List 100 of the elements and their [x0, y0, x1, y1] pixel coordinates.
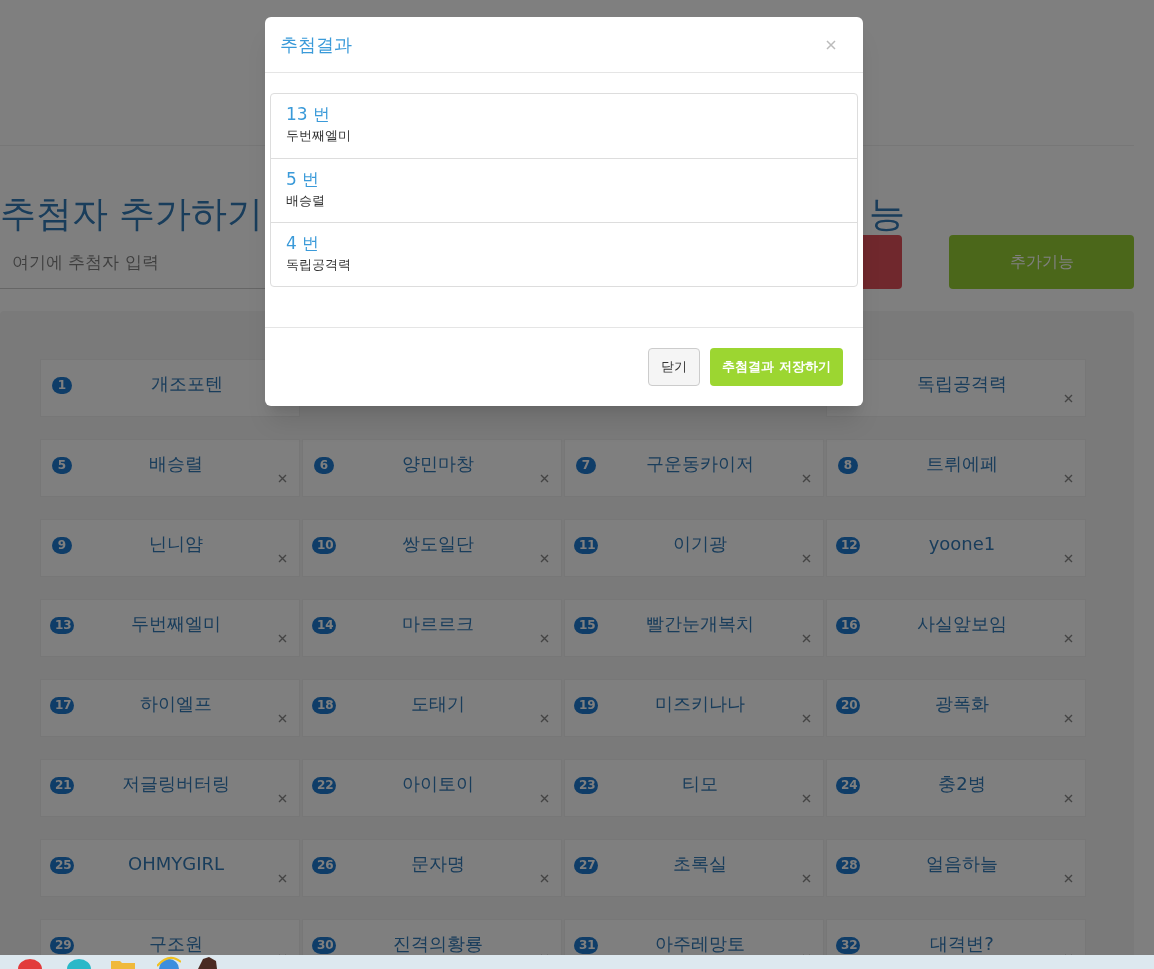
participant-name: 광폭화	[934, 694, 990, 714]
participant-name: 초록실	[672, 854, 728, 874]
result-name: 독립공격력	[286, 256, 351, 274]
number-badge: 19	[574, 696, 598, 714]
participant-name: 저글링버터링	[121, 774, 231, 794]
remove-icon[interactable]	[540, 793, 549, 803]
remove-icon[interactable]	[802, 473, 811, 483]
participant-name: 개조포텐	[149, 374, 224, 394]
participant-name: 두번째엘미	[130, 614, 222, 634]
number-badge: 27	[574, 856, 598, 874]
result-name: 배승렬	[286, 192, 325, 210]
result-number: 4 번	[286, 232, 320, 255]
remove-icon[interactable]	[540, 873, 549, 883]
participant-name: 진격의황룡	[392, 934, 484, 954]
result-name: 두번째엘미	[286, 127, 351, 145]
close-button[interactable]: 닫기	[648, 348, 701, 386]
participant-name: 충2병	[937, 774, 987, 794]
participant-name: 쌍도일단	[401, 534, 475, 554]
participant-name: 사실앞보임	[916, 614, 1008, 634]
participant-name: 빨간눈개복치	[645, 614, 755, 634]
number-badge: 20	[836, 696, 860, 714]
number-badge: 22	[312, 776, 336, 794]
number-badge: 28	[836, 856, 860, 874]
participant-name: yoone1	[927, 534, 997, 554]
number-badge: 6	[314, 456, 334, 474]
participant-name: 트뤼에페	[925, 454, 999, 474]
number-badge: 1	[52, 376, 72, 394]
remove-icon[interactable]	[540, 473, 549, 483]
participant-name: 독립공격력	[916, 374, 1008, 394]
number-badge: 10	[312, 536, 336, 554]
remove-icon[interactable]	[278, 473, 287, 483]
participant-name: 하이엘프	[139, 694, 213, 714]
number-badge: 12	[836, 536, 860, 554]
participant-name: 구조원	[148, 934, 204, 954]
remove-icon[interactable]	[278, 633, 287, 643]
remove-icon[interactable]	[802, 633, 811, 643]
participant-name: 배승렬	[148, 454, 204, 474]
number-badge: 16	[836, 616, 860, 634]
result-number: 13 번	[286, 103, 331, 126]
app-icon[interactable]	[195, 956, 219, 969]
page-heading: 능	[869, 196, 905, 232]
remove-icon[interactable]	[1064, 873, 1073, 883]
number-badge: 29	[50, 936, 74, 954]
participant-name: 구운동카이저	[645, 454, 755, 474]
participant-name: 얼음하늘	[925, 854, 999, 874]
number-badge: 24	[836, 776, 860, 794]
participant-name: 대격변?	[929, 934, 995, 954]
remove-icon[interactable]	[802, 793, 811, 803]
remove-icon[interactable]	[1064, 393, 1073, 403]
number-badge: 14	[312, 616, 336, 634]
number-badge: 31	[574, 936, 598, 954]
participant-name: 이기광	[672, 534, 728, 554]
remove-icon[interactable]	[540, 633, 549, 643]
number-badge: 11	[574, 536, 598, 554]
number-badge: 5	[52, 456, 72, 474]
remove-icon[interactable]	[802, 713, 811, 723]
number-badge: 13	[50, 616, 74, 634]
number-badge: 15	[574, 616, 598, 634]
participant-name: 문자명	[410, 854, 466, 874]
remove-icon[interactable]	[278, 553, 287, 563]
participant-name: OHMYGIRL	[127, 854, 225, 874]
number-badge: 25	[50, 856, 74, 874]
number-badge: 21	[50, 776, 74, 794]
participant-name: 도태기	[410, 694, 466, 714]
modal-title: 추첨결과	[280, 33, 352, 57]
participant-name: 미즈키나나	[654, 694, 746, 714]
remove-icon[interactable]	[802, 873, 811, 883]
participant-name: 아주레망토	[654, 934, 746, 954]
remove-icon[interactable]	[1064, 793, 1073, 803]
number-badge: 7	[576, 456, 596, 474]
number-badge: 32	[836, 936, 860, 954]
participant-name: 아이토이	[401, 774, 475, 794]
remove-icon[interactable]	[278, 793, 287, 803]
number-badge: 23	[574, 776, 598, 794]
remove-icon[interactable]	[1064, 713, 1073, 723]
extra-button[interactable]: 추가기능	[949, 235, 1134, 289]
remove-icon[interactable]	[540, 553, 549, 563]
browser-icon[interactable]	[157, 956, 181, 969]
number-badge: 30	[312, 936, 336, 954]
number-badge: 9	[52, 536, 72, 554]
participant-name: 티모	[681, 774, 719, 794]
remove-icon[interactable]	[540, 713, 549, 723]
close-icon[interactable]	[826, 39, 836, 50]
remove-icon[interactable]	[278, 873, 287, 883]
number-badge: 17	[50, 696, 74, 714]
page-heading: 추첨자 추가하기	[0, 196, 264, 232]
result-number: 5 번	[286, 168, 320, 191]
save-result-button[interactable]: 추첨결과 저장하기	[710, 348, 843, 386]
participant-name: 양민마창	[401, 454, 475, 474]
folder-icon[interactable]	[111, 960, 135, 969]
remove-icon[interactable]	[278, 713, 287, 723]
participant-name: 마르르크	[401, 614, 475, 634]
number-badge: 18	[312, 696, 336, 714]
remove-icon[interactable]	[802, 553, 811, 563]
number-badge: 8	[838, 456, 858, 474]
participant-name: 닌니얌	[148, 534, 204, 554]
number-badge: 26	[312, 856, 336, 874]
remove-icon[interactable]	[1064, 473, 1073, 483]
remove-icon[interactable]	[1064, 633, 1073, 643]
remove-icon[interactable]	[1064, 553, 1073, 563]
